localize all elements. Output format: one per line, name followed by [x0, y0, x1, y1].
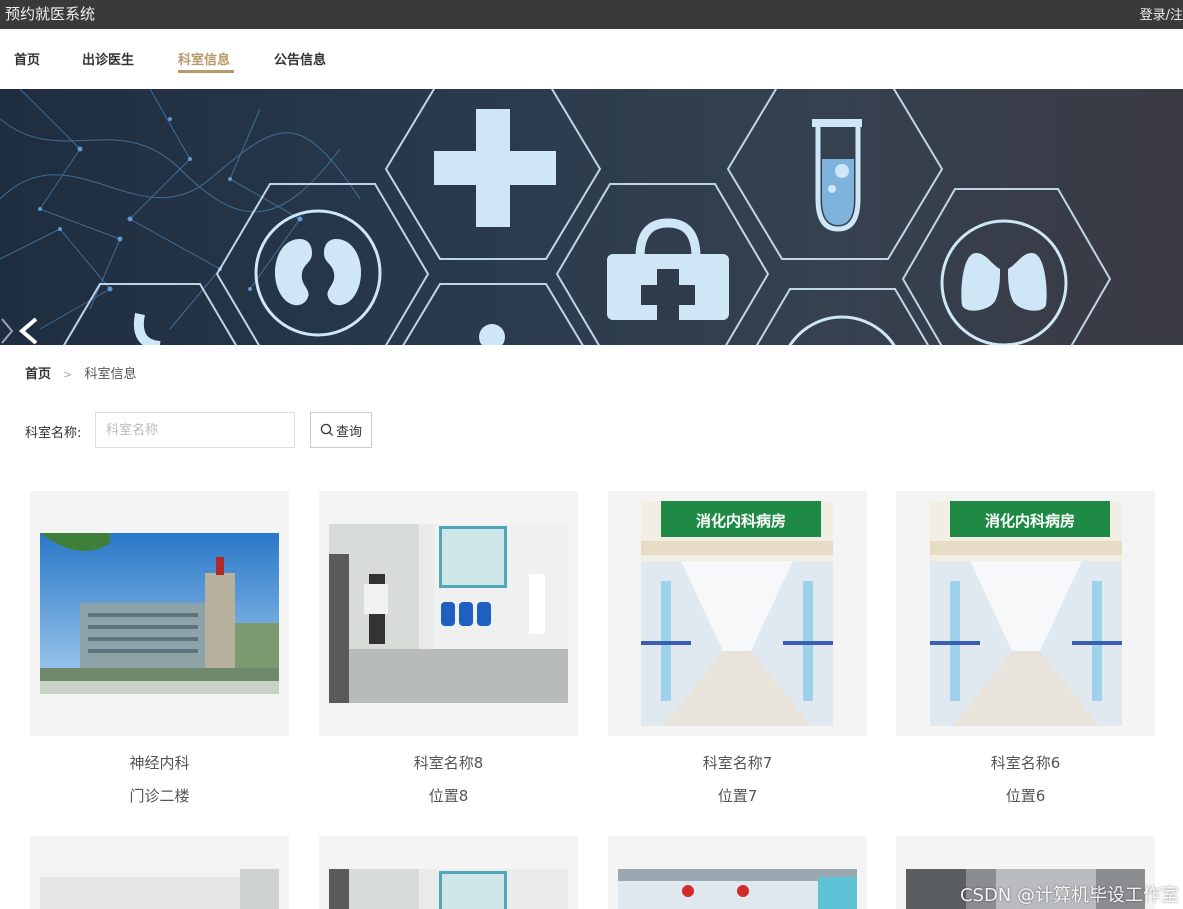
nav-departments[interactable]: 科室信息	[178, 49, 230, 68]
department-card[interactable]: 神经内科 门诊二楼	[30, 491, 289, 806]
carousel-prev-icon[interactable]	[14, 317, 44, 345]
main-nav: 首页 出诊医生 科室信息 公告信息	[0, 29, 1183, 89]
ward-corridor-photo: 消化内科病房	[930, 501, 1122, 726]
department-card[interactable]	[608, 836, 867, 909]
department-card[interactable]: 科室名称8 位置8	[319, 491, 578, 806]
department-location: 位置8	[428, 787, 469, 805]
corridor-photo	[329, 524, 568, 703]
department-thumbnail	[30, 491, 289, 736]
department-name-input[interactable]	[95, 412, 295, 448]
corridor-photo	[329, 869, 568, 909]
banner-image	[0, 89, 1112, 345]
nav-home[interactable]: 首页	[14, 49, 40, 68]
department-card[interactable]	[30, 836, 289, 909]
department-photo	[40, 869, 279, 909]
search-button[interactable]: 查询	[310, 412, 372, 448]
department-card[interactable]: 消化内科病房 科室名称6 位置6	[896, 491, 1155, 806]
nav-active-underline	[178, 70, 234, 73]
ward-sign: 消化内科病房	[696, 512, 786, 530]
department-name: 科室名称7	[702, 754, 773, 772]
login-register-link[interactable]: 登录/注	[1140, 4, 1183, 23]
top-bar: 预约就医系统 登录/注	[0, 0, 1183, 29]
department-thumbnail	[608, 836, 867, 909]
department-card[interactable]: 消化内科病房 科室名称7 位置7	[608, 491, 867, 806]
banner-carousel	[0, 89, 1183, 345]
department-location: 位置6	[1005, 787, 1046, 805]
department-name: 科室名称6	[990, 754, 1061, 772]
breadcrumb-current: 科室信息	[84, 367, 137, 382]
breadcrumb-home[interactable]: 首页	[25, 367, 51, 382]
department-thumbnail	[319, 491, 578, 736]
site-title: 预约就医系统	[5, 5, 96, 23]
search-icon	[320, 423, 334, 437]
department-name: 神经内科	[129, 754, 190, 772]
search-button-label: 查询	[335, 424, 362, 440]
nav-doctors[interactable]: 出诊医生	[82, 49, 134, 68]
breadcrumb: 首页 > 科室信息	[25, 363, 137, 382]
nav-notices[interactable]: 公告信息	[274, 49, 326, 68]
department-card[interactable]	[319, 836, 578, 909]
department-thumbnail: 消化内科病房	[896, 491, 1155, 736]
department-name: 科室名称8	[413, 754, 484, 772]
department-location: 位置7	[717, 787, 758, 805]
department-thumbnail: 消化内科病房	[608, 491, 867, 736]
ward-corridor-photo: 消化内科病房	[641, 501, 833, 726]
hospital-building-image	[40, 533, 279, 694]
ward-sign: 消化内科病房	[985, 512, 1075, 530]
department-thumbnail	[30, 836, 289, 909]
carousel-next-icon[interactable]	[0, 317, 14, 345]
department-location: 门诊二楼	[129, 787, 190, 805]
department-name-label: 科室名称:	[25, 426, 82, 441]
watermark: CSDN @计算机毕设工作室	[959, 885, 1179, 906]
lobby-photo	[618, 869, 857, 909]
breadcrumb-separator: >	[63, 368, 73, 381]
department-thumbnail	[319, 836, 578, 909]
